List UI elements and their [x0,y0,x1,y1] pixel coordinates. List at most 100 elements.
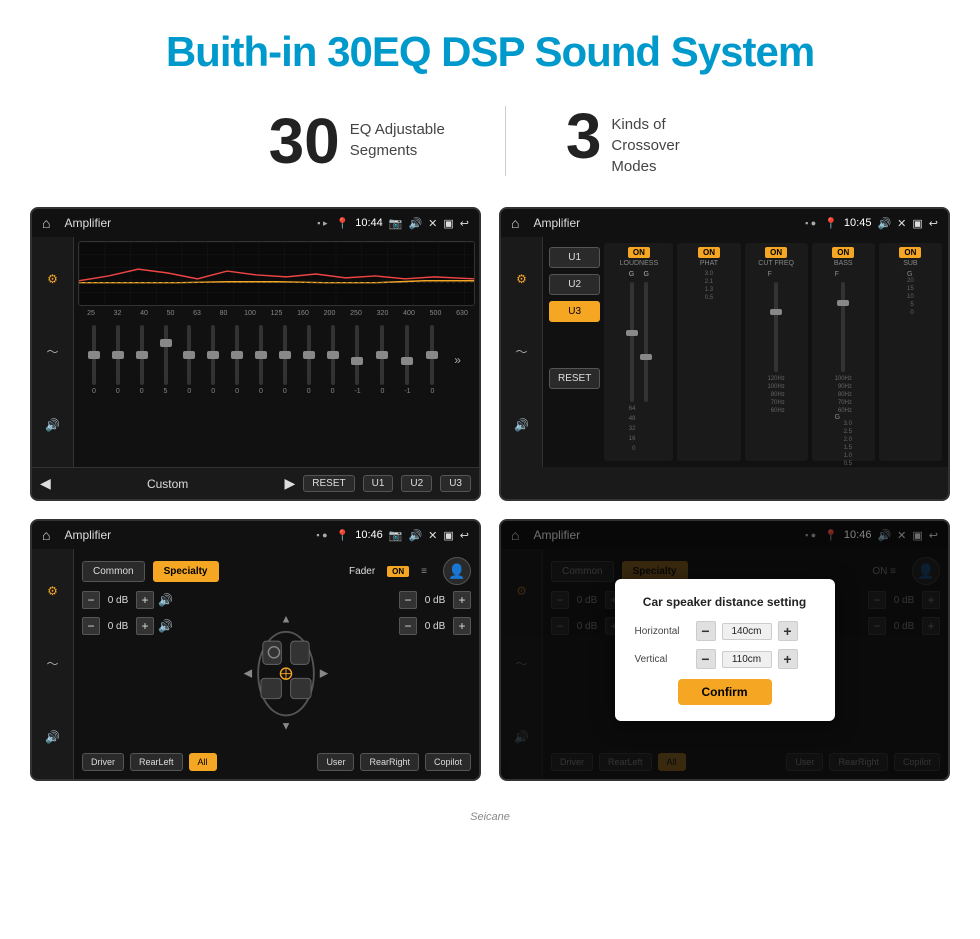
vertical-minus-btn[interactable]: − [696,649,716,669]
stat-crossover: 3 Kinds ofCrossover Modes [506,104,772,177]
phat-on-badge[interactable]: ON [698,247,720,258]
confirm-button[interactable]: Confirm [678,679,772,705]
eq-slider-1[interactable]: 0 [116,320,120,400]
profile-btn[interactable]: 👤 [443,557,471,585]
horizontal-label: Horizontal [635,626,690,637]
driver-btn[interactable]: Driver [82,753,124,771]
left-1-plus-btn[interactable]: + [136,591,154,609]
dsp-settings-icon[interactable]: ⚙ [516,272,527,286]
copilot-btn[interactable]: Copilot [425,753,471,771]
loudness-on-badge[interactable]: ON [628,247,650,258]
home-icon-2[interactable]: ⌂ [511,215,519,231]
dsp-main-content: ⚙ 〜 🔊 U1 U2 U3 RESET ON LOUDNESS [501,237,948,467]
eq-slider-2[interactable]: 0 [140,320,144,400]
eq-slider-5[interactable]: 0 [211,320,215,400]
status-bar-3: ⌂ Amplifier ▪ ● 📍 10:46 📷 🔊 ✕ ▣ ↩ [32,521,479,549]
vertical-plus-btn[interactable]: + [778,649,798,669]
eq-slider-9[interactable]: 0 [307,320,311,400]
spec-panel: Common Specialty Fader ON ≡ 👤 − 0 dB + � [74,549,479,779]
dsp-volume-icon[interactable]: 🔊 [514,418,529,432]
record-icon-1: ▪ ▸ [317,218,327,229]
stat-crossover-label: Kinds ofCrossover Modes [611,104,711,177]
left-1-minus-btn[interactable]: − [82,591,100,609]
eq-panel: 25 32 40 50 63 80 100 125 160 200 250 32… [74,237,479,467]
eq-slider-6[interactable]: 0 [235,320,239,400]
right-1-minus-btn[interactable]: − [399,591,417,609]
page-title: Buith-in 30EQ DSP Sound System [0,0,980,94]
vertical-label: Vertical [635,654,690,665]
fader-on-badge[interactable]: ON [387,566,409,577]
home-icon-1[interactable]: ⌂ [42,215,50,231]
phat-ch-name: PHAT [700,260,718,267]
back-icon-3: ↩ [460,529,469,542]
all-btn[interactable]: All [189,753,217,771]
common-tab-btn[interactable]: Common [82,561,145,582]
eq-slider-10[interactable]: 0 [331,320,335,400]
status-bar-2: ⌂ Amplifier ▪ ● 📍 10:45 🔊 ✕ ▣ ↩ [501,209,948,237]
eq-slider-13[interactable]: -1 [404,320,410,400]
eq-settings-icon[interactable]: ⚙ [47,272,58,286]
dsp-u3-btn[interactable]: U3 [549,301,600,322]
spec-volume-icon[interactable]: 🔊 [45,730,60,744]
cutfreq-ch-name: CUT FREQ [758,260,794,267]
eq-slider-8[interactable]: 0 [283,320,287,400]
stat-eq: 30 EQ AdjustableSegments [209,109,505,173]
spec-settings-icon[interactable]: ⚙ [47,584,58,598]
horizontal-minus-btn[interactable]: − [696,621,716,641]
rearleft-btn[interactable]: RearLeft [130,753,183,771]
eq-slider-3[interactable]: 5 [164,320,168,400]
spec-bottom-row: Driver RearLeft All User RearRight Copil… [82,753,471,771]
dsp-u1-btn[interactable]: U1 [549,247,600,268]
dsp-u2-btn[interactable]: U2 [549,274,600,295]
spec-wave-icon[interactable]: 〜 [46,655,58,672]
u2-btn[interactable]: U2 [401,475,432,492]
cutfreq-on-badge[interactable]: ON [765,247,787,258]
spec-middle: − 0 dB + 🔊 − 0 dB + 🔊 [82,591,471,747]
right-2-plus-btn[interactable]: + [453,617,471,635]
pin-icon-1: 📍 [336,217,350,230]
right-1-plus-btn[interactable]: + [453,591,471,609]
user-btn[interactable]: User [317,753,354,771]
u1-btn[interactable]: U1 [363,475,394,492]
more-sliders-icon[interactable]: » [454,353,461,367]
eq-freq-labels: 25 32 40 50 63 80 100 125 160 200 250 32… [78,310,475,317]
eq-wave-icon[interactable]: 〜 [46,343,58,360]
specialty-tab-btn[interactable]: Specialty [153,561,219,582]
pin-icon-2: 📍 [824,217,838,230]
eq-next-btn[interactable]: ▶ [284,475,295,492]
eq-slider-7[interactable]: 0 [259,320,263,400]
eq-slider-14[interactable]: 0 [430,320,434,400]
dsp-panel: U1 U2 U3 RESET ON LOUDNESS G 644832160 [543,237,948,467]
stats-row: 30 EQ AdjustableSegments 3 Kinds ofCross… [0,94,980,207]
left-2-minus-btn[interactable]: − [82,617,100,635]
eq-sidebar: ⚙ 〜 🔊 [32,237,74,467]
sub-ch-name: SUB [903,260,917,267]
horizontal-value: 140cm [722,623,772,640]
eq-slider-12[interactable]: 0 [380,320,384,400]
screen-dsp: ⌂ Amplifier ▪ ● 📍 10:45 🔊 ✕ ▣ ↩ ⚙ 〜 🔊 U1 [499,207,950,501]
sub-on-badge[interactable]: ON [899,247,921,258]
dsp-reset-btn[interactable]: RESET [549,368,600,389]
distance-dialog: Car speaker distance setting Horizontal … [615,579,835,721]
horizontal-plus-btn[interactable]: + [778,621,798,641]
spec-main-content: ⚙ 〜 🔊 Common Specialty Fader ON ≡ 👤 [32,549,479,779]
eq-slider-0[interactable]: 0 [92,320,96,400]
u3-btn[interactable]: U3 [440,475,471,492]
rearright-btn[interactable]: RearRight [360,753,419,771]
dsp-ch-bass: ON BASS F 100Hz90Hz80Hz70Hz60Hz G 3.02.5… [812,243,875,461]
reset-btn[interactable]: RESET [303,475,354,492]
eq-prev-btn[interactable]: ◀ [40,475,51,492]
speaker-icon-2: 🔊 [158,619,173,633]
left-2-plus-btn[interactable]: + [136,617,154,635]
dsp-wave-icon[interactable]: 〜 [515,343,527,360]
fader-label: Fader [349,566,375,577]
bass-on-badge[interactable]: ON [832,247,854,258]
eq-volume-icon[interactable]: 🔊 [45,418,60,432]
db-row-right-1: − 0 dB + [399,591,471,609]
eq-slider-11[interactable]: -1 [354,320,360,400]
home-icon-3[interactable]: ⌂ [42,527,50,543]
right-2-minus-btn[interactable]: − [399,617,417,635]
dsp-presets: U1 U2 U3 RESET [549,243,600,461]
eq-slider-4[interactable]: 0 [187,320,191,400]
db-row-right-2: − 0 dB + [399,617,471,635]
